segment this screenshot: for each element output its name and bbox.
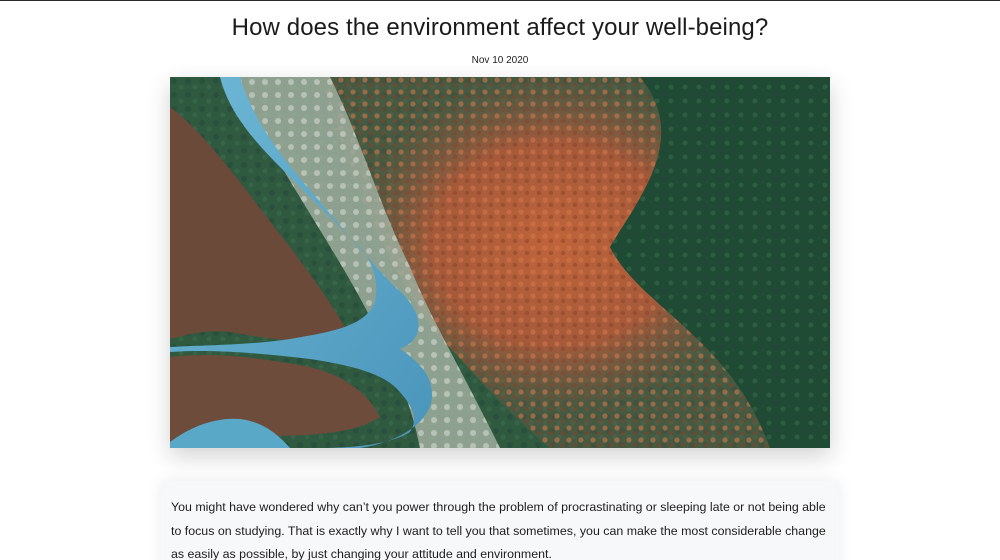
aerial-forest-photo-icon — [170, 77, 830, 448]
article-body: You might have wondered why can’t you po… — [171, 500, 826, 560]
top-border — [0, 0, 1000, 1]
article-date: Nov 10 2020 — [471, 55, 529, 66]
article-title: How does the environment affect your wel… — [231, 14, 769, 41]
article-page: How does the environment affect your wel… — [0, 0, 1000, 560]
hero-image — [170, 77, 830, 448]
article-body-card: You might have wondered why can’t you po… — [161, 481, 839, 560]
